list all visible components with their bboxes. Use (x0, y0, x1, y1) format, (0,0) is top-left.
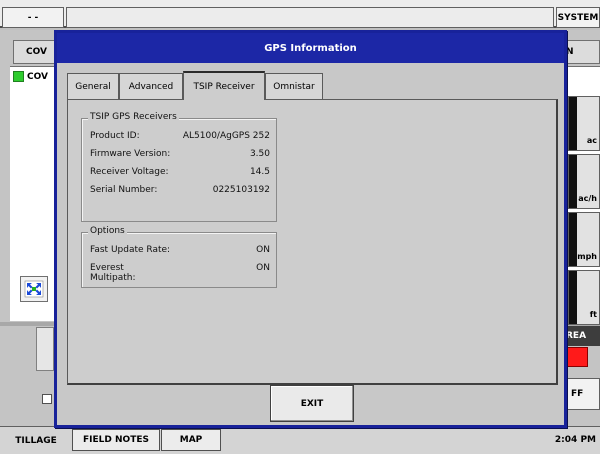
stat-tile-width: ft (568, 270, 600, 325)
unit-label: ac (586, 136, 597, 145)
unit-label: ft (589, 310, 597, 319)
tab-advanced[interactable]: Advanced (119, 73, 183, 100)
left-control-box[interactable] (36, 327, 54, 371)
right-header-tab[interactable]: N (562, 40, 600, 64)
left-checkbox[interactable] (42, 394, 52, 404)
info-row: Everest Multipath: ON (90, 263, 270, 283)
coverage-color-swatch (13, 71, 24, 82)
info-value: AL5100/AgGPS 252 (182, 131, 270, 141)
info-value: 14.5 (249, 167, 270, 177)
unit-label: mph (577, 252, 597, 261)
info-row: Firmware Version: 3.50 (90, 149, 270, 161)
area-status-indicator[interactable] (566, 347, 588, 367)
options-group: Options Fast Update Rate: ON Everest Mul… (81, 226, 277, 288)
clock: 2:04 PM (554, 435, 596, 445)
tab-tsip-receiver[interactable]: TSIP Receiver (183, 71, 265, 100)
tab-tillage[interactable]: TILLAGE (4, 431, 68, 451)
tsip-receiver-panel: TSIP GPS Receivers Product ID: AL5100/Ag… (67, 99, 558, 385)
system-button[interactable]: SYSTEM (556, 7, 600, 28)
exit-button[interactable]: EXIT (270, 385, 354, 422)
tsip-receivers-group: TSIP GPS Receivers Product ID: AL5100/Ag… (81, 112, 277, 222)
info-label: Fast Update Rate: (90, 245, 171, 255)
info-value: ON (256, 263, 270, 273)
info-label: Receiver Voltage: (90, 167, 169, 177)
info-row: Receiver Voltage: 14.5 (90, 167, 270, 179)
info-label: Everest Multipath: (90, 263, 136, 283)
gps-information-dialog: GPS Information General Advanced TSIP Re… (54, 30, 567, 428)
info-label: Product ID: (90, 131, 140, 141)
stat-tile-rate: ac/h (568, 154, 600, 209)
info-value: 0225103192 (212, 185, 270, 195)
expand-arrows-icon[interactable] (20, 276, 48, 302)
info-row: Fast Update Rate: ON (90, 245, 270, 257)
info-value: ON (256, 245, 270, 255)
tab-map[interactable]: MAP (161, 429, 221, 451)
tab-general[interactable]: General (67, 73, 119, 100)
info-label: Firmware Version: (90, 149, 171, 159)
bottom-tab-bar: TILLAGE FIELD NOTES MAP 2:04 PM (0, 426, 600, 454)
unit-label: ac/h (578, 194, 597, 203)
dialog-title: GPS Information (57, 33, 564, 63)
info-value: 3.50 (249, 149, 270, 159)
group-title: TSIP GPS Receivers (88, 112, 179, 122)
info-label: Serial Number: (90, 185, 158, 195)
tab-omnistar[interactable]: Omnistar (265, 73, 323, 100)
top-title-area (66, 7, 554, 28)
coverage-item-label: COV (27, 71, 48, 82)
stat-tile-acres: ac (568, 96, 600, 151)
stat-tile-speed: mph (568, 212, 600, 267)
group-title: Options (88, 226, 127, 236)
coverage-list-item[interactable]: COV (13, 71, 48, 82)
tab-field-notes[interactable]: FIELD NOTES (72, 429, 160, 451)
top-left-button[interactable]: - - (2, 7, 64, 28)
info-row: Serial Number: 0225103192 (90, 185, 270, 197)
info-row: Product ID: AL5100/AgGPS 252 (90, 131, 270, 143)
